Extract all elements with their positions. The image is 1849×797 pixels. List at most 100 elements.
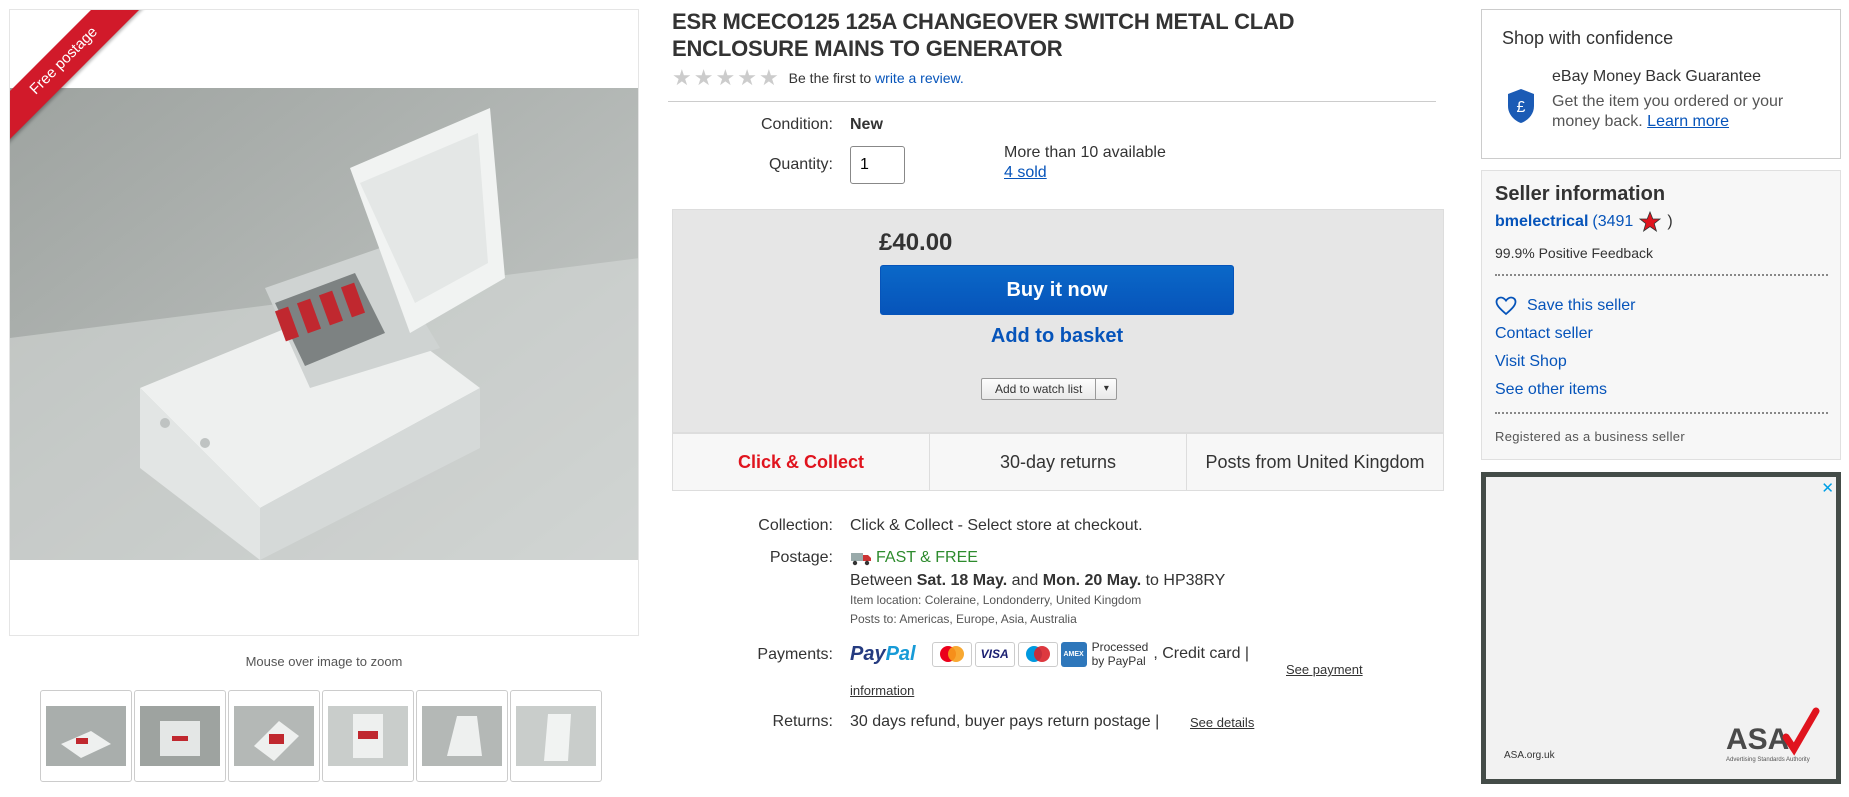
thumbnail-2[interactable]: [134, 690, 226, 782]
returns-value: 30 days refund, buyer pays return postag…: [850, 713, 1160, 730]
divider: [668, 101, 1436, 102]
thumbnail-6[interactable]: [510, 690, 602, 782]
asa-logo: ASA Advertising Standards Authority: [1726, 707, 1820, 763]
see-payment-info-link[interactable]: See payment: [1286, 662, 1363, 677]
divider: [1495, 412, 1828, 414]
advertisement[interactable]: ✕ ASA.org.uk ASA Advertising Standards A…: [1481, 472, 1841, 784]
thumbnail-image: [328, 706, 408, 766]
thumbnail-image: [46, 706, 126, 766]
thumbnail-image: [234, 706, 314, 766]
paypal-pay: Pay: [850, 642, 886, 665]
divider: [1495, 274, 1828, 276]
seller-information-panel: Seller information bmelectrical (3491 ) …: [1481, 170, 1841, 460]
confidence-title: Shop with confidence: [1502, 28, 1674, 48]
amex-icon: AMEX: [1060, 641, 1087, 667]
watch-list-control: Add to watch list ▾: [981, 378, 1118, 400]
payments-label: Payments:: [757, 646, 833, 663]
visa-icon: VISA: [974, 641, 1015, 667]
product-image[interactable]: [10, 88, 639, 560]
thumbnail-image: [422, 706, 502, 766]
returns-label: Returns:: [772, 713, 833, 730]
feature-row: Click & Collect 30-day returns Posts fro…: [672, 433, 1444, 491]
positive-feedback: 99.9% Positive Feedback: [1495, 245, 1653, 261]
save-seller-label: Save this seller: [1527, 297, 1636, 314]
rating-row: ★ ★ ★ ★ ★ Be the first to write a review…: [672, 67, 964, 89]
write-review-link[interactable]: write a review.: [875, 70, 964, 86]
thumbnail-4[interactable]: [322, 690, 414, 782]
business-seller-note: Registered as a business seller: [1495, 429, 1685, 444]
main-image-frame[interactable]: Free postage: [9, 9, 639, 636]
thumbnail-5[interactable]: [416, 690, 508, 782]
click-collect-badge: Click & Collect: [673, 434, 930, 490]
availability-text: More than 10 available: [1004, 144, 1166, 161]
delivery-between: Between: [850, 572, 913, 589]
star-icon[interactable]: ★: [694, 67, 714, 89]
watch-list-dropdown-icon[interactable]: ▾: [1096, 379, 1116, 399]
posts-from-badge: Posts from United Kingdom: [1205, 451, 1425, 472]
shield-pound-icon: £: [1508, 89, 1534, 123]
feedback-star-icon: [1639, 211, 1662, 232]
see-payment-info-link-cont[interactable]: information: [850, 683, 914, 698]
free-postage-ribbon: Free postage: [10, 10, 150, 150]
condition-label: Condition:: [760, 116, 833, 133]
asa-logo-text: ASA: [1726, 723, 1789, 756]
save-seller-button[interactable]: Save this seller: [1495, 296, 1636, 316]
ad-close-icon[interactable]: ✕: [1821, 479, 1834, 497]
feedback-score-close: ): [1667, 213, 1673, 230]
sold-count-link[interactable]: 4 sold: [1004, 164, 1047, 182]
maestro-logo: [1025, 646, 1050, 662]
star-icon[interactable]: ★: [672, 67, 692, 89]
posts-to: Posts to: Americas, Europe, Asia, Austra…: [850, 612, 1077, 626]
seller-info-title: Seller information: [1495, 183, 1666, 205]
zoom-hint: Mouse over image to zoom: [245, 654, 403, 669]
processed-line-2: by PayPal: [1091, 654, 1146, 668]
add-to-basket-button[interactable]: Add to basket: [880, 325, 1234, 348]
buy-now-button[interactable]: Buy it now: [880, 265, 1234, 315]
see-details-link[interactable]: See details: [1190, 715, 1254, 730]
review-prefix: Be the first to: [788, 70, 872, 86]
seller-name-row: bmelectrical (3491 ): [1495, 211, 1673, 233]
item-title: ESR MCECO125 125A CHANGEOVER SWITCH META…: [672, 9, 1295, 61]
thumbnail-3[interactable]: [228, 690, 320, 782]
seller-name-link[interactable]: bmelectrical: [1495, 213, 1588, 231]
star-icon[interactable]: ★: [715, 67, 735, 89]
delivery-start-date: Sat. 18 May.: [916, 572, 1008, 589]
collection-label: Collection:: [758, 517, 833, 534]
item-location: Item location: Coleraine, Londonderry, U…: [850, 593, 1142, 607]
delivery-and: and: [1011, 572, 1039, 589]
learn-more-link[interactable]: Learn more: [1647, 113, 1729, 130]
fast-free-label: FAST & FREE: [876, 549, 978, 566]
truck-icon: [851, 553, 871, 566]
processed-line-1: Processed: [1091, 640, 1149, 654]
quantity-input[interactable]: [850, 146, 905, 184]
postage-value: FAST & FREE: [850, 549, 978, 567]
contact-seller-link[interactable]: Contact seller: [1495, 325, 1593, 343]
money-back-guarantee-title: eBay Money Back Guarantee: [1552, 68, 1762, 85]
heart-icon: [1495, 296, 1517, 316]
maestro-icon: [1017, 641, 1058, 667]
thumbnail-1[interactable]: [40, 690, 132, 782]
collection-value: Click & Collect - Select store at checko…: [850, 517, 1143, 534]
mastercard-logo: [939, 646, 964, 662]
feedback-score-link[interactable]: (3491: [1592, 213, 1633, 231]
returns-badge: 30-day returns: [930, 434, 1187, 490]
thumbnail-image: [516, 706, 596, 766]
see-other-items-link[interactable]: See other items: [1495, 381, 1607, 399]
payment-methods: PayPal VISA AMEX Processed by PayPal , C…: [850, 640, 1249, 668]
processed-by-paypal: Processed by PayPal: [1092, 640, 1149, 668]
add-to-watch-list-button[interactable]: Add to watch list: [982, 379, 1097, 399]
delivery-postcode: to HP38RY: [1145, 572, 1226, 589]
svg-text:£: £: [1517, 99, 1526, 116]
price: £40.00: [879, 229, 953, 256]
star-icon[interactable]: ★: [759, 67, 779, 89]
visit-shop-link[interactable]: Visit Shop: [1495, 353, 1567, 371]
money-back-guarantee-desc: Get the item you ordered or your money b…: [1552, 92, 1822, 132]
thumbnail-image: [140, 706, 220, 766]
postage-label: Postage:: [769, 549, 833, 566]
mastercard-icon: [931, 641, 972, 667]
delivery-end-date: Mon. 20 May.: [1042, 572, 1142, 589]
star-icon[interactable]: ★: [737, 67, 757, 89]
quantity-label: Quantity:: [768, 156, 833, 173]
ad-url: ASA.org.uk: [1504, 750, 1555, 761]
asa-logo-sub: Advertising Standards Authority: [1726, 757, 1810, 763]
